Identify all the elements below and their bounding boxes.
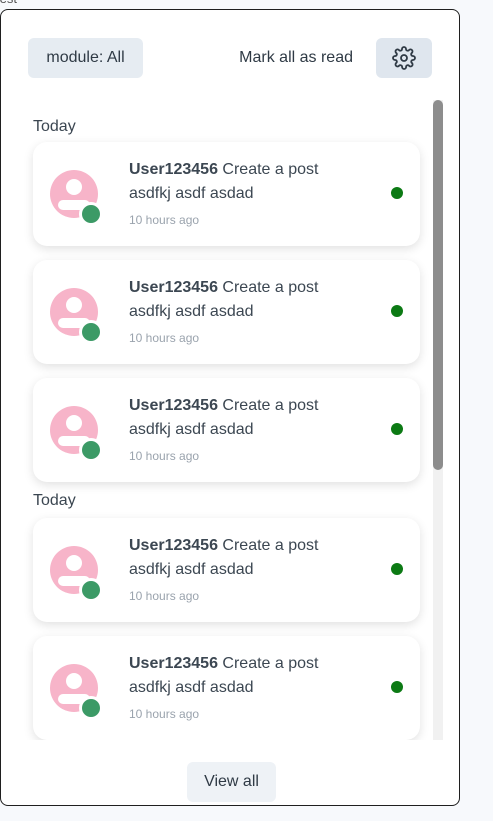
- notification-action: Create a post: [222, 537, 319, 554]
- notification-user: User123456: [129, 397, 218, 414]
- group-label-today: Today: [33, 118, 76, 135]
- notification-body: asdfkj asdf asdad: [129, 679, 254, 696]
- notification-body: asdfkj asdf asdad: [129, 561, 254, 578]
- notifications-panel: module: All Mark all as read Today User1…: [0, 9, 460, 806]
- notification-time: 10 hours ago: [129, 449, 200, 463]
- notification-body: asdfkj asdf asdad: [129, 421, 254, 438]
- settings-button[interactable]: [376, 38, 432, 78]
- notification-time: 10 hours ago: [129, 213, 200, 227]
- scrollbar-thumb[interactable]: [433, 100, 443, 470]
- notification-body: asdfkj asdf asdad: [129, 303, 254, 320]
- notification-action: Create a post: [222, 161, 319, 178]
- notification-item[interactable]: User123456 Create a post asdfkj asdf asd…: [33, 636, 420, 740]
- notification-item[interactable]: User123456 Create a post asdfkj asdf asd…: [33, 142, 420, 246]
- online-status-indicator: [79, 438, 103, 462]
- online-status-indicator: [79, 578, 103, 602]
- notification-action: Create a post: [222, 397, 319, 414]
- unread-indicator: [391, 563, 403, 575]
- unread-indicator: [391, 305, 403, 317]
- avatar: [48, 544, 103, 602]
- notification-item[interactable]: User123456 Create a post asdfkj asdf asd…: [33, 518, 420, 622]
- online-status-indicator: [79, 696, 103, 720]
- scrollbar[interactable]: [433, 100, 443, 740]
- notification-item[interactable]: User123456 Create a post asdfkj asdf asd…: [33, 378, 420, 482]
- notification-body: asdfkj asdf asdad: [129, 185, 254, 202]
- notification-user: User123456: [129, 655, 218, 672]
- view-all-button[interactable]: View all: [187, 762, 276, 802]
- unread-indicator: [391, 423, 403, 435]
- panel-header: module: All Mark all as read: [28, 38, 432, 78]
- background-text: test: [0, 0, 17, 6]
- mark-all-read-link[interactable]: Mark all as read: [239, 38, 353, 78]
- avatar: [48, 286, 103, 344]
- notification-user: User123456: [129, 279, 218, 296]
- avatar: [48, 168, 103, 226]
- module-filter-button[interactable]: module: All: [28, 38, 143, 78]
- notification-action: Create a post: [222, 279, 319, 296]
- notification-time: 10 hours ago: [129, 589, 200, 603]
- notification-item[interactable]: User123456 Create a post asdfkj asdf asd…: [33, 260, 420, 364]
- gear-icon: [392, 46, 416, 70]
- group-label-today: Today: [33, 492, 76, 509]
- avatar: [48, 404, 103, 462]
- avatar: [48, 662, 103, 720]
- notification-time: 10 hours ago: [129, 707, 200, 721]
- online-status-indicator: [79, 320, 103, 344]
- notification-user: User123456: [129, 161, 218, 178]
- notification-time: 10 hours ago: [129, 331, 200, 345]
- online-status-indicator: [79, 202, 103, 226]
- notification-action: Create a post: [222, 655, 319, 672]
- notification-user: User123456: [129, 537, 218, 554]
- unread-indicator: [391, 187, 403, 199]
- notification-list[interactable]: Today User123456 Create a post asdfkj as…: [1, 100, 446, 740]
- unread-indicator: [391, 681, 403, 693]
